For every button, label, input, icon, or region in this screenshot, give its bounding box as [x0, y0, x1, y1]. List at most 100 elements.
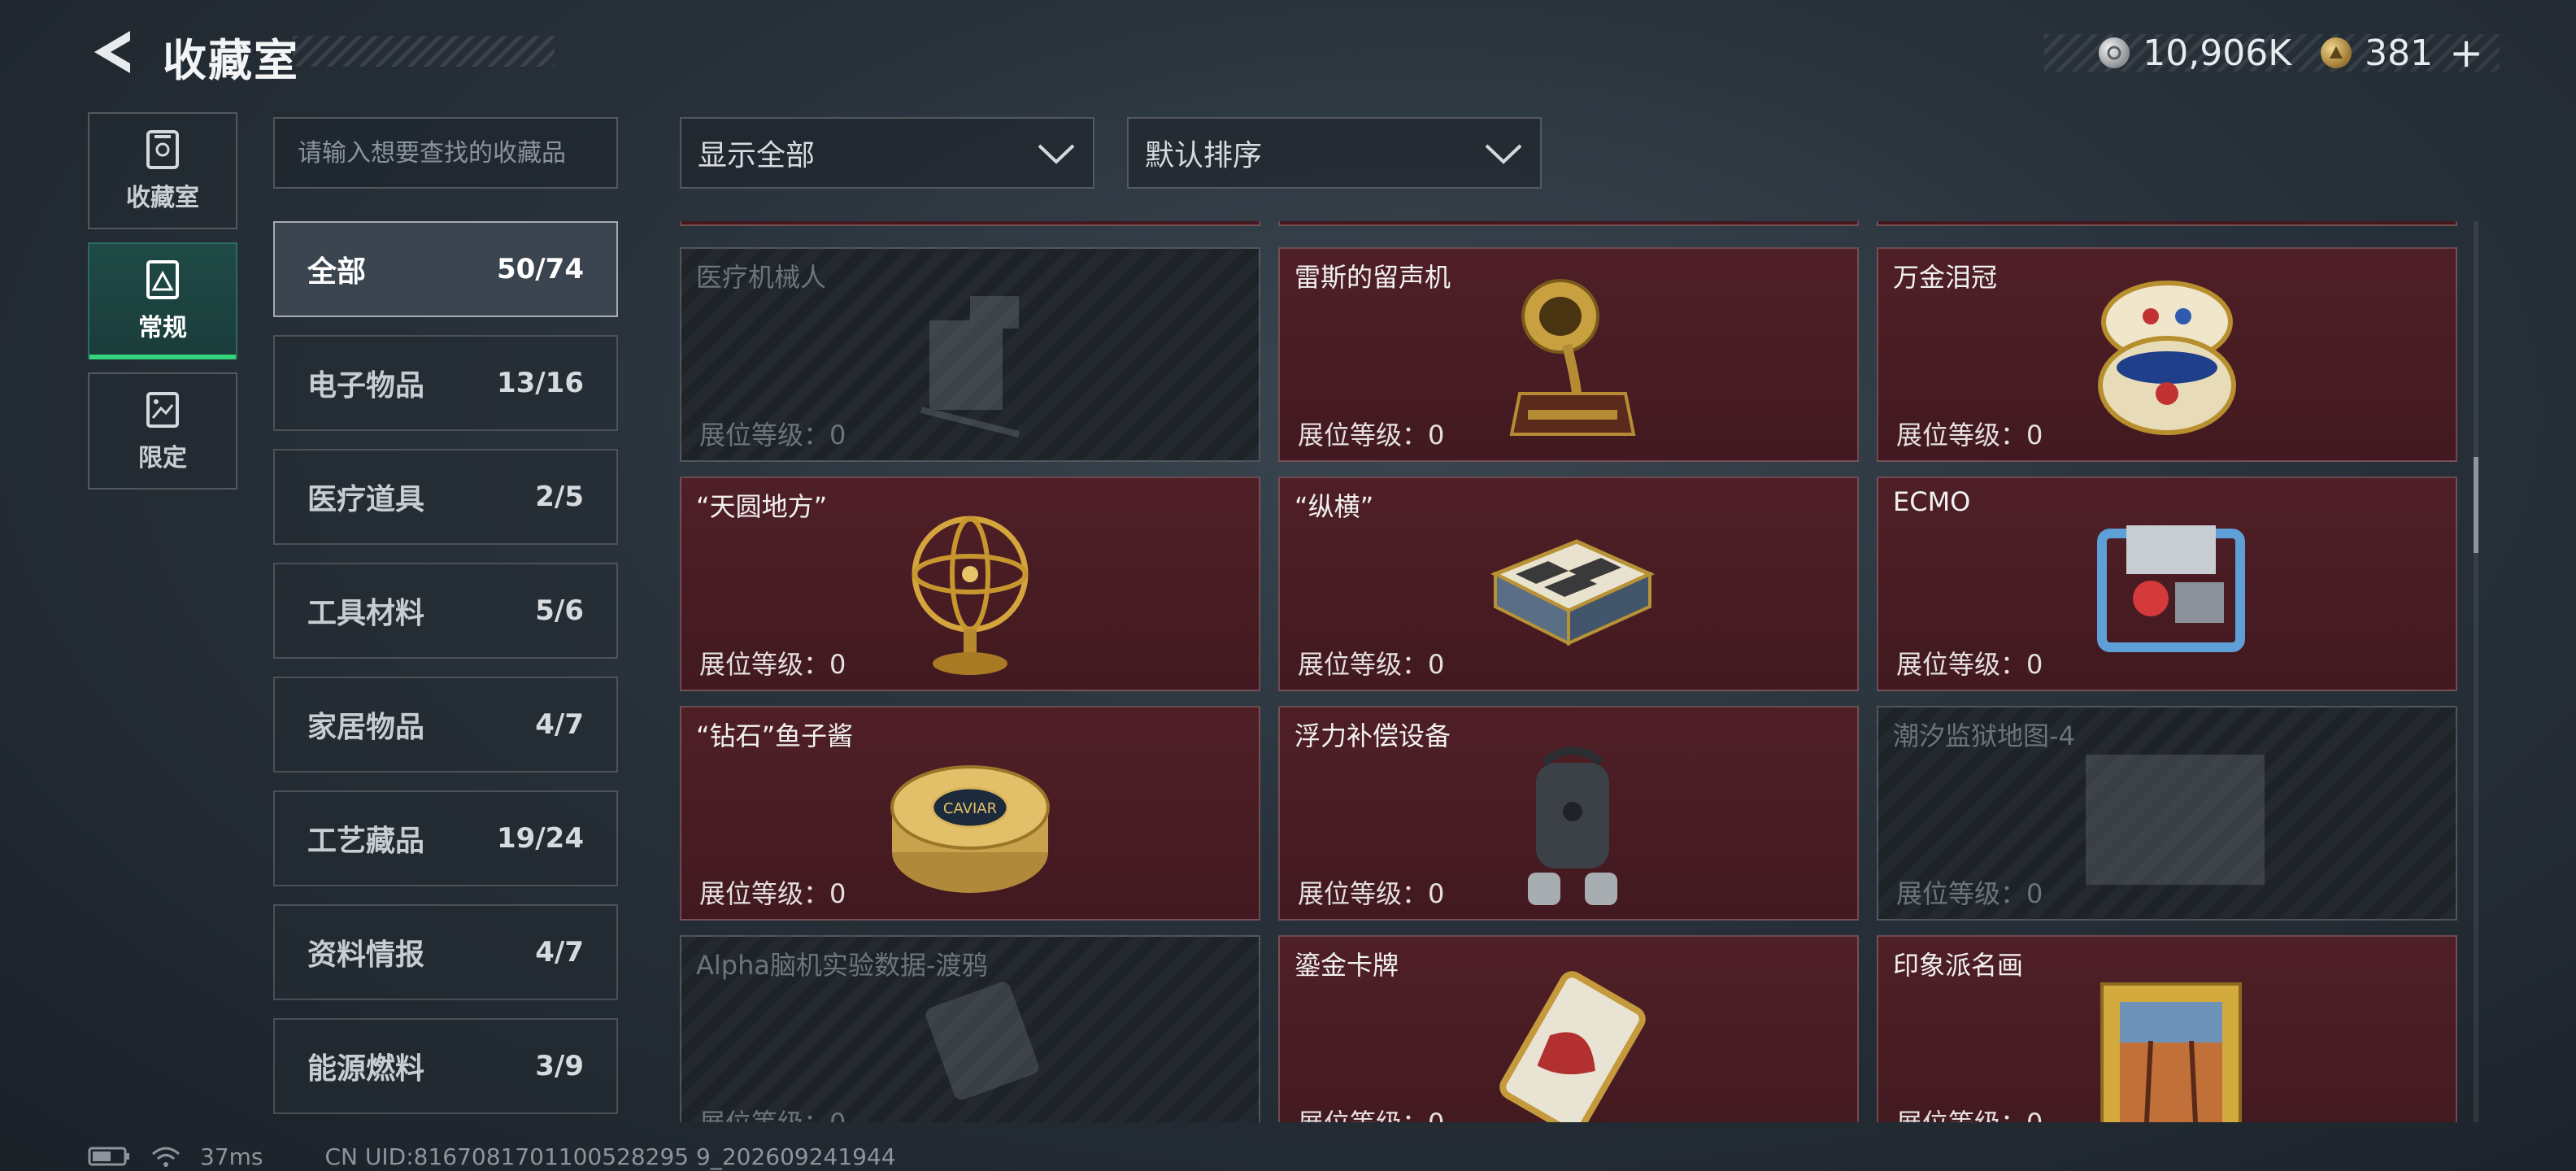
category-name: 家居物品 — [307, 711, 425, 744]
category-count: 4/7 — [535, 936, 584, 969]
silver-currency-amount: 10,906K — [2143, 32, 2292, 74]
collection-card[interactable]: “天圆地方” 展位等级：0 — [680, 477, 1260, 691]
gramophone-icon — [1509, 279, 1636, 436]
item-name: 鎏金卡牌 — [1295, 950, 1399, 981]
collection-card[interactable] — [1278, 221, 1859, 226]
item-name: Alpha脑机实验数据-渡鸦 — [696, 950, 988, 981]
category-count: 5/6 — [535, 594, 584, 627]
status-bar: 37ms CN UID:8167081701100528295 9_202609… — [88, 1142, 896, 1171]
tab-limited[interactable]: 限定 — [88, 372, 237, 490]
category-name: 资料情报 — [307, 938, 425, 972]
category-name: 医疗道具 — [307, 483, 425, 516]
item-name: 印象派名画 — [1893, 950, 2024, 981]
gilded-card-icon — [1499, 971, 1646, 1122]
collection-card[interactable]: ECMO 展位等级：0 — [1877, 477, 2457, 691]
item-name: 潮汐监狱地图-4 — [1893, 720, 2075, 751]
page-title: 收藏室 — [163, 35, 299, 86]
currency-bar: 10,906K 381 + — [2044, 29, 2500, 76]
grid-scrollbar-track[interactable] — [2474, 221, 2478, 1122]
category-tools[interactable]: 工具材料 5/6 — [273, 563, 618, 659]
category-name: 全部 — [307, 255, 367, 289]
item-level: 展位等级：0 — [699, 1103, 846, 1122]
collection-card[interactable]: 印象派名画 展位等级：0 — [1877, 935, 2457, 1122]
item-level: 展位等级：0 — [699, 649, 846, 680]
collection-card[interactable]: 万金泪冠 展位等级：0 — [1877, 247, 2457, 462]
category-count: 50/74 — [496, 253, 584, 285]
chevron-down-icon — [1485, 144, 1522, 164]
item-name: “天圆地方” — [696, 491, 828, 522]
collection-card[interactable] — [1877, 221, 2457, 226]
search-input[interactable] — [273, 117, 618, 189]
item-level: 展位等级：0 — [1298, 1103, 1444, 1122]
filter-dropdown[interactable]: 显示全部 — [680, 117, 1094, 189]
collection-card[interactable]: 潮汐监狱地图-4 展位等级：0 — [1877, 706, 2457, 921]
armillary-sphere-icon — [912, 516, 1029, 675]
wifi-icon — [152, 1147, 180, 1167]
item-level: 展位等级：0 — [699, 878, 846, 909]
jeweled-egg-icon — [2098, 281, 2236, 435]
item-name: “纵横” — [1295, 491, 1374, 522]
grid-scrollbar-thumb[interactable] — [2474, 457, 2478, 553]
category-intel[interactable]: 资料情报 4/7 — [273, 904, 618, 1000]
picture-icon — [146, 260, 179, 299]
back-button[interactable] — [88, 28, 137, 76]
limited-icon — [146, 392, 179, 428]
tab-label: 收藏室 — [126, 184, 199, 212]
category-all[interactable]: 全部 50/74 — [273, 221, 618, 317]
tab-label: 常规 — [138, 314, 187, 342]
category-count: 13/16 — [496, 367, 584, 399]
gold-currency-amount: 381 — [2365, 32, 2434, 74]
item-level: 展位等级：0 — [1896, 1103, 2043, 1122]
gold-coin-icon — [2321, 37, 2352, 68]
category-crafts[interactable]: 工艺藏品 19/24 — [273, 790, 618, 886]
category-name: 能源燃料 — [307, 1052, 425, 1086]
collection-card[interactable]: 鎏金卡牌 展位等级：0 — [1278, 935, 1859, 1122]
collection-card[interactable]: Alpha脑机实验数据-渡鸦 展位等级：0 — [680, 935, 1260, 1122]
collection-card[interactable]: 医疗机械人 展位等级：0 — [680, 247, 1260, 462]
chessboard-icon — [1490, 539, 1656, 646]
vault-icon — [146, 130, 179, 169]
sort-selected: 默认排序 — [1145, 139, 1263, 172]
medical-robot-icon — [920, 296, 1020, 437]
add-currency-button[interactable]: + — [2449, 29, 2483, 76]
battery-icon — [88, 1147, 129, 1166]
category-count: 19/24 — [496, 822, 584, 855]
collection-card[interactable] — [680, 221, 1260, 226]
silver-coin-icon — [2099, 37, 2130, 68]
item-level: 展位等级：0 — [1298, 878, 1445, 909]
item-name: 医疗机械人 — [696, 262, 827, 293]
category-count: 4/7 — [535, 708, 584, 741]
category-fuel[interactable]: 能源燃料 3/9 — [273, 1018, 618, 1114]
item-level: 展位等级：0 — [699, 420, 846, 451]
sort-dropdown[interactable]: 默认排序 — [1127, 117, 1542, 189]
ecmo-machine-icon — [2097, 525, 2245, 652]
item-level: 展位等级：0 — [1298, 649, 1445, 680]
category-name: 电子物品 — [307, 369, 425, 403]
category-electronics[interactable]: 电子物品 13/16 — [273, 335, 618, 431]
item-name: 浮力补偿设备 — [1295, 720, 1451, 751]
tab-collection-room[interactable]: 收藏室 — [88, 112, 237, 229]
framed-painting-icon — [2100, 982, 2242, 1122]
item-level: 展位等级：0 — [1896, 878, 2043, 909]
item-level: 展位等级：0 — [1896, 649, 2043, 680]
collection-grid: 医疗机械人 展位等级：0 雷斯的留声机 展位等级：0 万金泪冠 展位等级：0 “… — [677, 221, 2465, 1122]
category-name: 工艺藏品 — [307, 825, 425, 858]
category-medical[interactable]: 医疗道具 2/5 — [273, 449, 618, 545]
category-name: 工具材料 — [307, 597, 425, 630]
title-decoration — [293, 36, 555, 67]
user-uid: CN UID:8167081701100528295 9_20260924194… — [324, 1143, 896, 1170]
item-level: 展位等级：0 — [1896, 420, 2043, 451]
collection-card[interactable]: CAVIAR “钻石”鱼子酱 展位等级：0 — [680, 706, 1260, 921]
item-level: 展位等级：0 — [1298, 420, 1445, 451]
tab-label: 限定 — [138, 444, 187, 472]
tab-regular[interactable]: 常规 — [88, 242, 237, 359]
category-household[interactable]: 家居物品 4/7 — [273, 677, 618, 773]
caviar-tin-icon: CAVIAR — [890, 765, 1050, 893]
collection-card[interactable]: 雷斯的留声机 展位等级：0 — [1278, 247, 1859, 462]
collection-card[interactable]: 浮力补偿设备 展位等级：0 — [1278, 706, 1859, 921]
category-count: 2/5 — [535, 481, 584, 513]
collection-card[interactable]: “纵横” 展位等级：0 — [1278, 477, 1859, 691]
back-arrow-icon — [94, 31, 130, 73]
caviar-label: CAVIAR — [943, 800, 997, 817]
chevron-down-icon — [1038, 144, 1075, 164]
